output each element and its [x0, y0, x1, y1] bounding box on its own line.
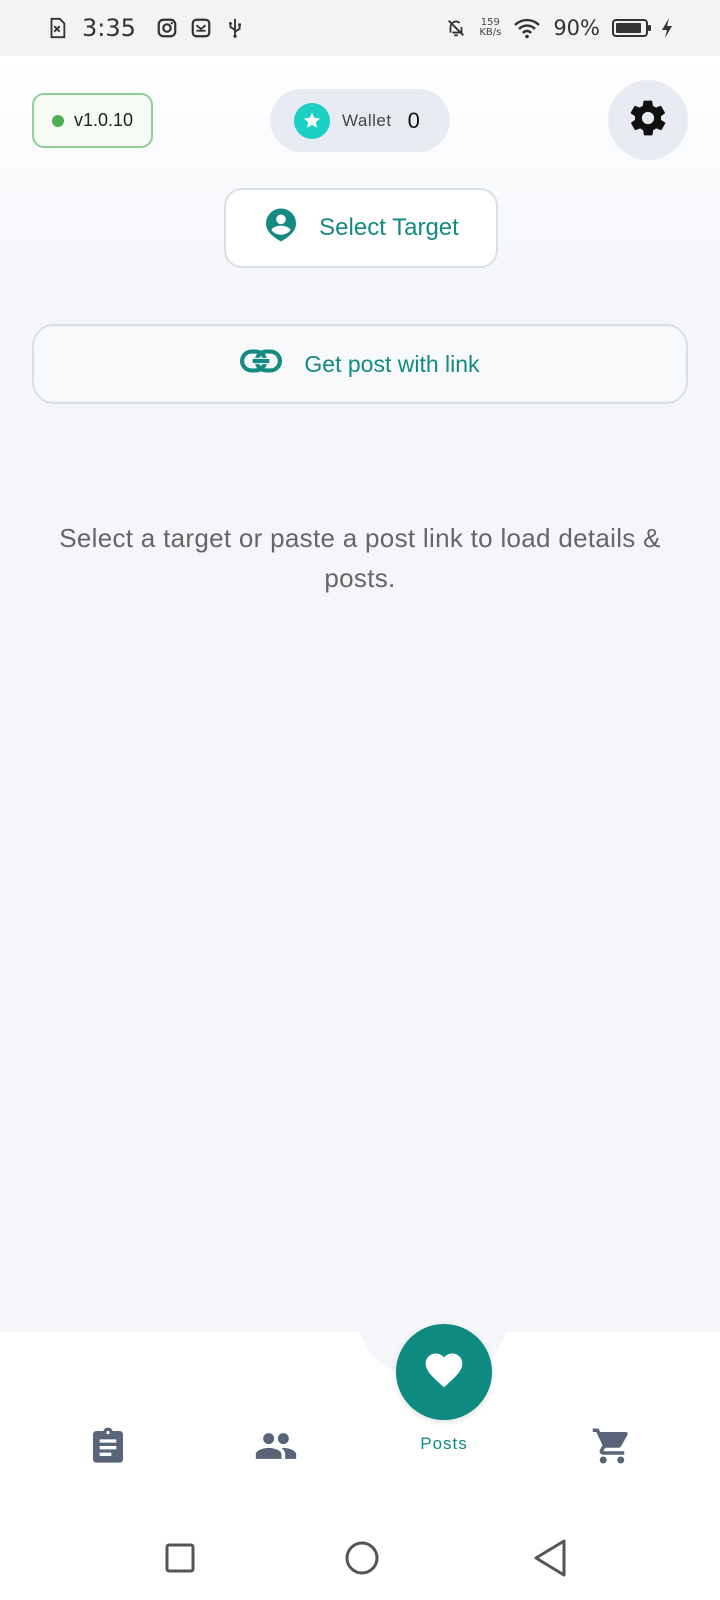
get-post-with-link-button[interactable]: Get post with link	[32, 324, 688, 404]
online-status-dot	[51, 114, 64, 127]
star-icon	[294, 102, 330, 139]
instagram-icon	[156, 17, 178, 39]
select-target-label: Select Target	[319, 214, 459, 241]
select-target-button[interactable]: Select Target	[224, 188, 498, 268]
get-post-label: Get post with link	[304, 350, 480, 377]
person-pin-icon	[263, 207, 299, 250]
nav-posts-label: Posts	[420, 1434, 468, 1453]
cart-icon	[591, 1425, 633, 1472]
wallet-button[interactable]: Wallet 0	[270, 89, 450, 152]
sim-card-icon	[46, 17, 68, 39]
nav-item-tasks[interactable]	[78, 1418, 138, 1478]
mail-icon	[190, 17, 212, 39]
triangle-back-icon	[532, 1538, 568, 1583]
nav-item-cart[interactable]	[582, 1418, 642, 1478]
version-label: v1.0.10	[73, 110, 134, 130]
status-left: 3:35	[46, 14, 246, 42]
recent-apps-button[interactable]	[160, 1540, 200, 1580]
nav-item-posts[interactable]	[396, 1324, 492, 1420]
version-badge: v1.0.10	[32, 93, 153, 148]
wallet-label: Wallet	[342, 110, 392, 130]
network-speed: 159 KB/s	[479, 18, 501, 38]
empty-state-message: Select a target or paste a post link to …	[59, 523, 661, 593]
battery-percent: 90%	[553, 16, 600, 40]
gear-icon	[627, 97, 669, 144]
square-icon	[164, 1542, 196, 1579]
circle-icon	[344, 1540, 380, 1581]
wifi-icon	[513, 17, 541, 39]
network-speed-unit: KB/s	[479, 27, 502, 38]
settings-button[interactable]	[608, 80, 688, 160]
back-button[interactable]	[528, 1538, 572, 1582]
heart-icon	[422, 1348, 466, 1397]
status-bar: 3:35 159 KB/s 90%	[0, 0, 720, 56]
battery-icon	[612, 19, 651, 37]
notifications-off-icon	[445, 17, 467, 39]
charging-bolt-icon	[660, 17, 674, 39]
status-time: 3:35	[82, 14, 136, 42]
people-icon	[254, 1424, 298, 1473]
battery-level-fill	[616, 23, 642, 33]
wallet-balance: 0	[407, 107, 420, 133]
status-right: 159 KB/s 90%	[445, 16, 674, 40]
link-icon	[240, 348, 283, 380]
usb-icon	[224, 17, 246, 39]
home-button[interactable]	[340, 1538, 384, 1582]
clipboard-icon	[88, 1426, 128, 1471]
nav-item-people[interactable]	[246, 1418, 306, 1478]
